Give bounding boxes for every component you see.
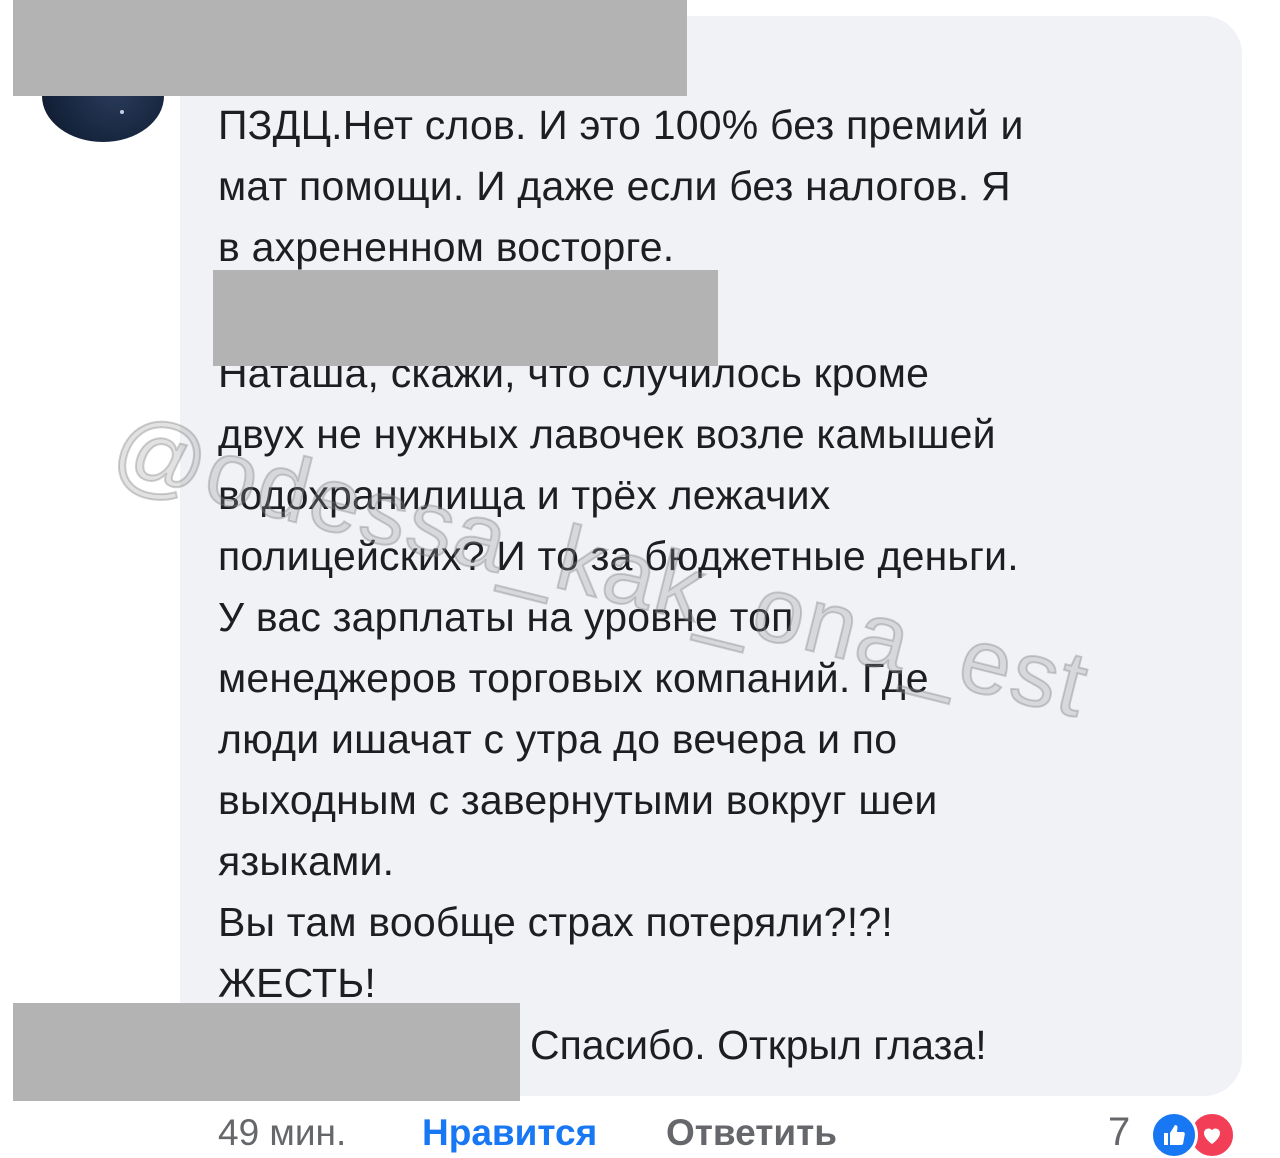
redacted-author-name [13, 0, 687, 96]
comment-line: в ахрененном восторге. [218, 224, 675, 270]
reply-button[interactable]: Ответить [666, 1107, 837, 1158]
comment-closing-line: Спасибо. Открыл глаза! [530, 1022, 987, 1068]
comment-line: языками. [218, 838, 395, 884]
like-button[interactable]: Нравится [422, 1107, 597, 1158]
comment-line: выходным с завернутыми вокруг шеи [218, 777, 938, 823]
comment-paragraph-1: ПЗДЦ.Нет слов. И это 100% без премий и м… [218, 95, 1218, 278]
comment-line: мат помощи. И даже если без налогов. Я [218, 163, 1011, 209]
comment-line: Вы там вообще страх потеряли?!?! [218, 899, 893, 945]
comment-line: ПЗДЦ.Нет слов. И это 100% без премий и [218, 102, 1024, 148]
thumbs-up-icon [1150, 1111, 1198, 1158]
redacted-reply-block [13, 1003, 520, 1101]
comment-footer: 49 мин. Нравится Ответить 7 [0, 1107, 1280, 1158]
timestamp[interactable]: 49 мин. [218, 1107, 346, 1158]
redacted-mention [213, 270, 718, 366]
reaction-count: 7 [1108, 1110, 1131, 1154]
